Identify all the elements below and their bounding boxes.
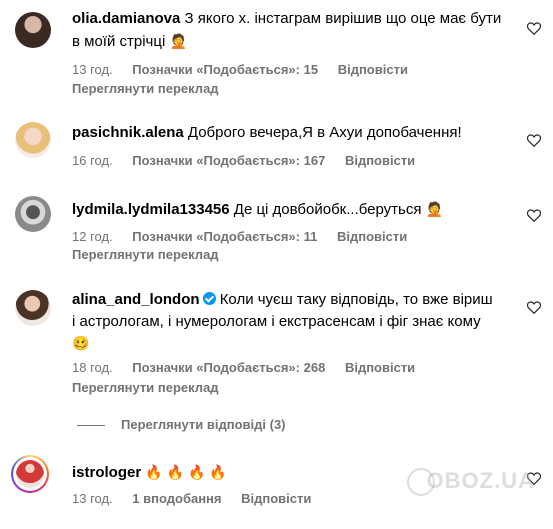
likes-count[interactable]: 1 вподобання <box>132 491 221 506</box>
reply-button[interactable]: Відповісти <box>241 491 311 506</box>
timestamp[interactable]: 18 год. <box>72 360 113 375</box>
verified-badge-icon <box>202 292 216 305</box>
heart-icon[interactable] <box>527 22 541 35</box>
avatar[interactable] <box>15 12 51 48</box>
username[interactable]: alina_and_london <box>72 291 200 308</box>
timestamp[interactable]: 12 год. <box>72 229 113 244</box>
comment-meta: 13 год. Позначки «Подобається»: 15 Відпо… <box>72 61 424 79</box>
comment-emoji: 🔥 🔥 🔥 🔥 <box>145 464 227 480</box>
comment-emoji: 🥴 <box>72 335 90 351</box>
username[interactable]: lydmila.lydmila133456 <box>72 201 230 218</box>
comment-text-row: pasichnik.alena Доброго вечера,Я в Ахуи … <box>72 122 513 144</box>
comment-text-row: olia.damianova З якого х. інстаграм вирі… <box>72 8 513 53</box>
see-translation-link[interactable]: Переглянути переклад <box>72 379 219 397</box>
view-replies-label: Переглянути відповіді (3) <box>121 417 286 432</box>
likes-count[interactable]: Позначки «Подобається»: 167 <box>132 153 325 168</box>
likes-count[interactable]: Позначки «Подобається»: 268 <box>132 360 325 375</box>
comment-meta: 18 год. Позначки «Подобається»: 268 Відп… <box>72 359 431 377</box>
username[interactable]: pasichnik.alena <box>72 124 184 141</box>
comment-text-line2: і астрологам, і нумерологам і екстрасенс… <box>72 313 481 330</box>
story-avatar[interactable] <box>11 455 49 493</box>
comment-meta: 12 год. Позначки «Подобається»: 11 Відпо… <box>72 228 423 246</box>
comment-text: Доброго вечера,Я в Ахуи допобачення! <box>187 124 462 141</box>
comment-emoji: 🤦 <box>425 201 444 217</box>
avatar[interactable] <box>15 290 51 326</box>
comment-text-row: lydmila.lydmila133456 Де ці довбойобк...… <box>72 198 513 221</box>
likes-count[interactable]: Позначки «Подобається»: 11 <box>132 229 317 244</box>
timestamp[interactable]: 16 год. <box>72 153 113 168</box>
watermark: OBOZ.UA <box>426 468 535 493</box>
username[interactable]: istrologer <box>72 464 141 481</box>
timestamp[interactable]: 13 год. <box>72 491 113 506</box>
view-replies-button[interactable]: Переглянути відповіді (3) <box>77 417 286 432</box>
heart-icon[interactable] <box>527 209 541 222</box>
see-translation-link[interactable]: Переглянути переклад <box>72 80 219 98</box>
username[interactable]: olia.damianova <box>72 10 180 27</box>
comment-text-row-3: 🥴 <box>72 332 513 355</box>
comment-text-line1: Коли чуєш таку відповідь, то вже віриш <box>219 291 493 308</box>
comment-text-row: alina_and_london Коли чуєш таку відповід… <box>72 289 513 311</box>
comment-meta: 16 год. Позначки «Подобається»: 167 Відп… <box>72 152 431 170</box>
replies-divider <box>77 425 105 427</box>
reply-button[interactable]: Відповісти <box>338 62 408 77</box>
reply-button[interactable]: Відповісти <box>345 153 415 168</box>
comment-text: Де ці довбойобк...беруться <box>233 201 422 218</box>
heart-icon[interactable] <box>527 301 541 314</box>
comment-emoji: 🤦 <box>169 33 187 49</box>
reply-button[interactable]: Відповісти <box>345 360 415 375</box>
avatar[interactable] <box>15 122 51 158</box>
timestamp[interactable]: 13 год. <box>72 62 113 77</box>
comment-meta: 13 год. 1 вподобання Відповісти <box>72 490 327 508</box>
heart-icon[interactable] <box>527 134 541 147</box>
avatar[interactable] <box>15 196 51 232</box>
likes-count[interactable]: Позначки «Подобається»: 15 <box>132 62 318 77</box>
see-translation-link[interactable]: Переглянути переклад <box>72 246 219 264</box>
comment-text-row-2: і астрологам, і нумерологам і екстрасенс… <box>72 311 513 333</box>
reply-button[interactable]: Відповісти <box>337 229 407 244</box>
